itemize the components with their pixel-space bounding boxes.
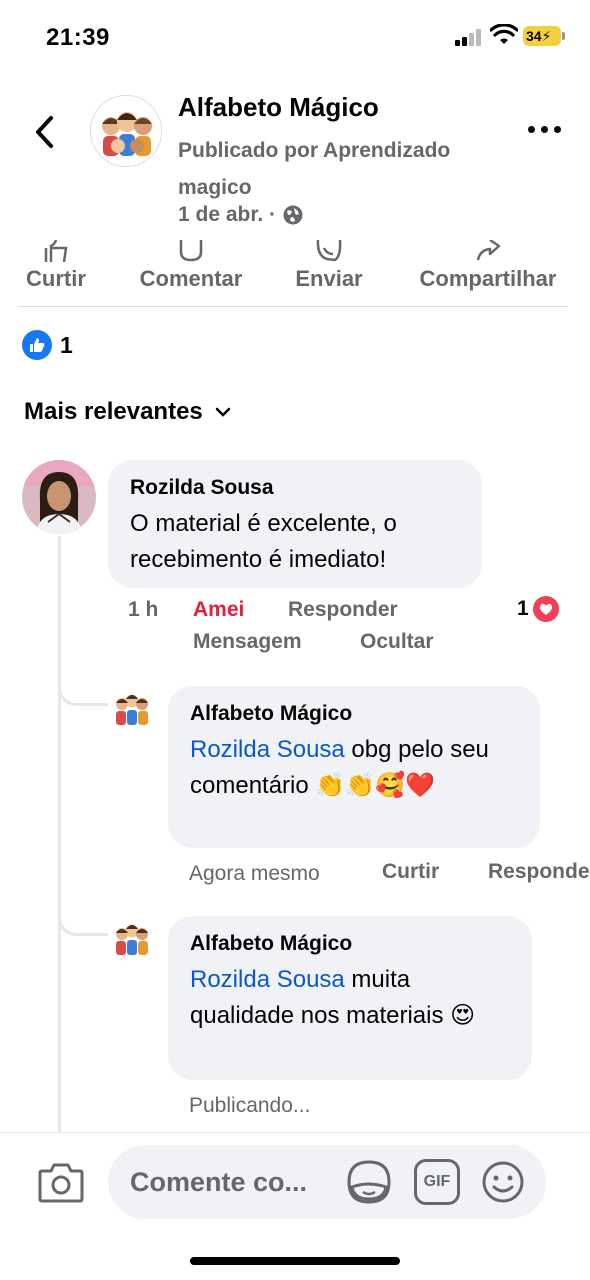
post-date: 1 de abr. · xyxy=(178,203,304,227)
back-arrow-icon[interactable] xyxy=(30,112,60,152)
home-indicator xyxy=(190,1257,400,1265)
heart-icon xyxy=(532,596,559,622)
reply-bubble: Alfabeto Mágico Rozilda Sousa muita qual… xyxy=(168,916,532,1080)
chevron-down-icon xyxy=(215,407,231,417)
comment-input-container: GIF xyxy=(108,1145,546,1219)
comment-bubble: Rozilda Sousa O material é excelente, o … xyxy=(108,460,482,588)
sticker-icon[interactable] xyxy=(346,1159,392,1205)
reply-avatar[interactable] xyxy=(110,686,154,730)
thread-branch xyxy=(58,906,108,936)
reply-bubble: Alfabeto Mágico Rozilda Sousa obg pelo s… xyxy=(168,686,540,848)
reply-like-button[interactable]: Curtir xyxy=(382,860,439,884)
reply-reply-button[interactable]: Responder xyxy=(488,860,590,884)
sort-label: Mais relevantes xyxy=(24,398,203,425)
comment-reaction-number: 1 xyxy=(517,597,529,620)
comment-meta: 1 h xyxy=(128,598,158,622)
commenter-avatar[interactable] xyxy=(22,460,96,534)
reaction-count: 1 xyxy=(60,331,73,358)
comment-reaction-count[interactable]: 1 xyxy=(517,596,559,622)
like-button[interactable]: Curtir xyxy=(18,240,94,292)
thread-line xyxy=(58,536,61,1136)
battery-level: 34 xyxy=(526,28,542,44)
page-avatar[interactable] xyxy=(90,95,162,167)
cellular-signal-icon xyxy=(455,28,483,46)
like-icon xyxy=(22,330,52,360)
comment-author[interactable]: Rozilda Sousa xyxy=(130,476,460,500)
status-bar: 21:39 34⚡ xyxy=(0,0,590,70)
comment-bubble-icon xyxy=(179,240,203,262)
love-reaction-button[interactable]: Amei xyxy=(193,598,244,622)
reply-button[interactable]: Responder xyxy=(288,598,398,622)
published-by: Publicado por Aprendizado magico xyxy=(178,139,451,199)
battery-icon: 34⚡ xyxy=(523,26,565,46)
wifi-icon xyxy=(490,24,518,44)
thread-branch xyxy=(58,676,108,706)
thumbs-up-icon xyxy=(44,240,68,262)
reply-author[interactable]: Alfabeto Mágico xyxy=(190,702,518,726)
profile-photo-icon xyxy=(22,460,96,534)
emoji-icon[interactable] xyxy=(480,1159,526,1205)
cartoon-kids-avatar-icon xyxy=(91,96,161,166)
comment-time: 1 h xyxy=(128,598,159,621)
share-arrow-icon xyxy=(476,240,501,261)
gif-button[interactable]: GIF xyxy=(414,1159,460,1205)
divider xyxy=(18,306,568,307)
status-time: 21:39 xyxy=(46,24,110,51)
reply-time: Agora mesmo xyxy=(189,862,320,885)
page-name[interactable]: Alfabeto Mágico xyxy=(178,92,379,123)
post-date-text: 1 de abr. · xyxy=(178,203,277,226)
comment-text: O material é excelente, o recebimento é … xyxy=(130,510,397,573)
reply-text: Rozilda Sousa muita qualidade nos materi… xyxy=(190,962,510,1034)
message-button[interactable]: Mensagem xyxy=(193,630,302,654)
comment-input[interactable] xyxy=(130,1163,340,1201)
reply-avatar[interactable] xyxy=(110,916,154,960)
comment-sort-dropdown[interactable]: Mais relevantes xyxy=(24,398,231,426)
reply-author[interactable]: Alfabeto Mágico xyxy=(190,932,510,956)
share-label: Compartilhar xyxy=(419,266,557,291)
share-button[interactable]: Compartilhar xyxy=(403,240,573,292)
like-label: Curtir xyxy=(26,266,86,291)
publishing-status: Publicando... xyxy=(189,1094,311,1117)
cartoon-kids-avatar-icon xyxy=(110,686,154,730)
whatsapp-icon xyxy=(316,240,342,262)
camera-icon[interactable] xyxy=(38,1161,84,1203)
post-actions: Curtir Comentar Enviar Compartilhar xyxy=(0,240,590,310)
comment-button[interactable]: Comentar xyxy=(128,240,254,292)
mention-link[interactable]: Rozilda Sousa xyxy=(190,966,345,993)
hide-button[interactable]: Ocultar xyxy=(360,630,434,654)
reaction-summary[interactable]: 1 xyxy=(22,330,73,360)
send-button[interactable]: Enviar xyxy=(289,240,369,292)
cartoon-kids-avatar-icon xyxy=(110,916,154,960)
more-options-icon[interactable] xyxy=(528,120,564,140)
comment-label: Comentar xyxy=(139,266,243,291)
globe-icon xyxy=(283,205,303,225)
reply-text: Rozilda Sousa obg pelo seu comentário 👏👏… xyxy=(190,732,518,804)
comment-composer: GIF xyxy=(0,1132,590,1280)
send-label: Enviar xyxy=(295,266,363,291)
mention-link[interactable]: Rozilda Sousa xyxy=(190,736,345,763)
